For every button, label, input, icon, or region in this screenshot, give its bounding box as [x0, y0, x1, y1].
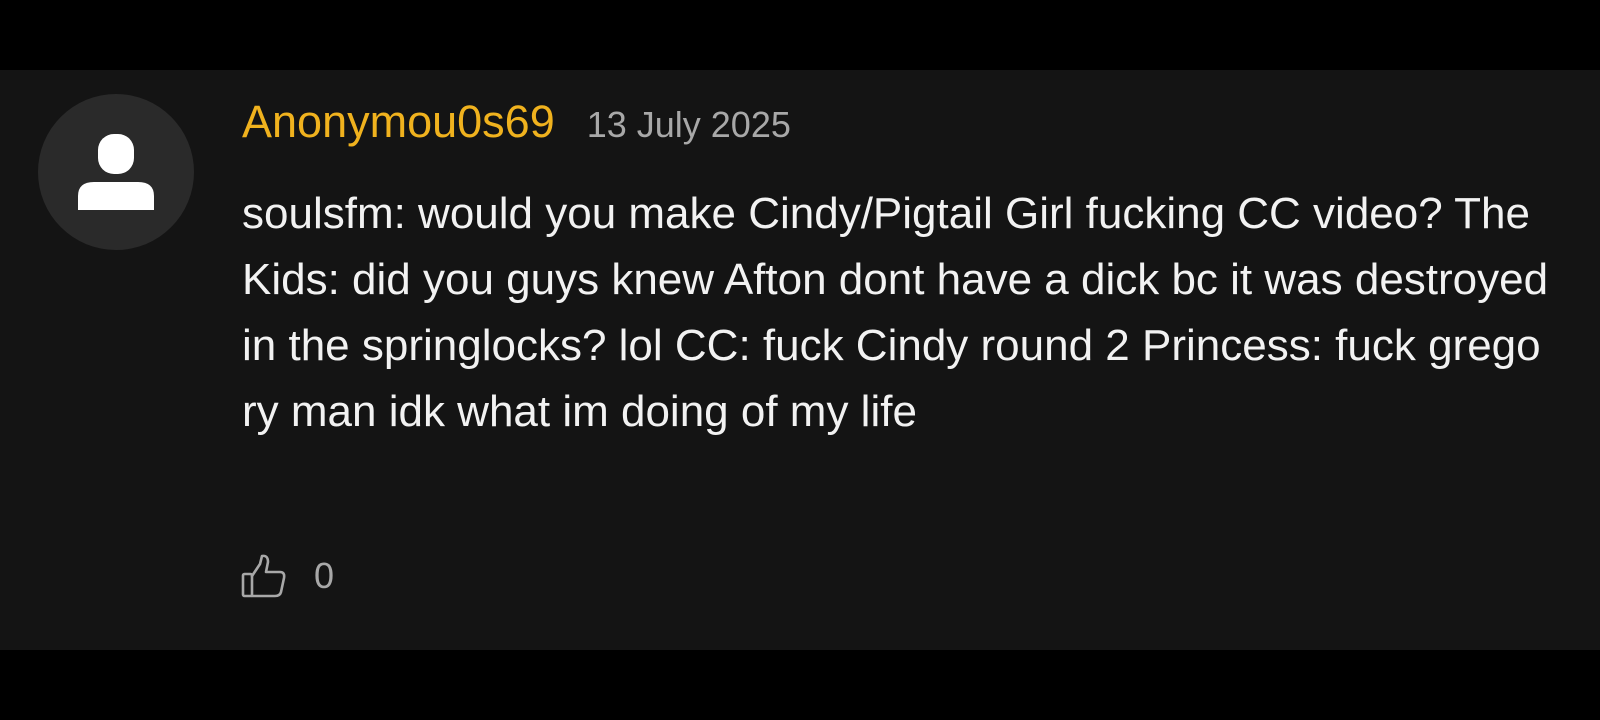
comment-meta: Anonymou0s69 13 July 2025 [242, 92, 1562, 155]
user-silhouette-icon [78, 134, 154, 210]
avatar[interactable] [38, 94, 194, 250]
like-count: 0 [314, 555, 335, 596]
comment-date: 13 July 2025 [586, 104, 791, 145]
comment-actions: 0 [240, 552, 334, 600]
comment-card: Anonymou0s69 13 July 2025 soulsfm: would… [0, 70, 1600, 650]
username-link[interactable]: Anonymou0s69 [242, 92, 555, 152]
like-button[interactable]: 0 [240, 552, 334, 600]
comment-text: soulsfm: would you make Cindy/Pigtail Gi… [242, 189, 1549, 436]
thumbs-up-icon [241, 554, 286, 598]
comment-body: Anonymou0s69 13 July 2025 soulsfm: would… [242, 92, 1562, 445]
